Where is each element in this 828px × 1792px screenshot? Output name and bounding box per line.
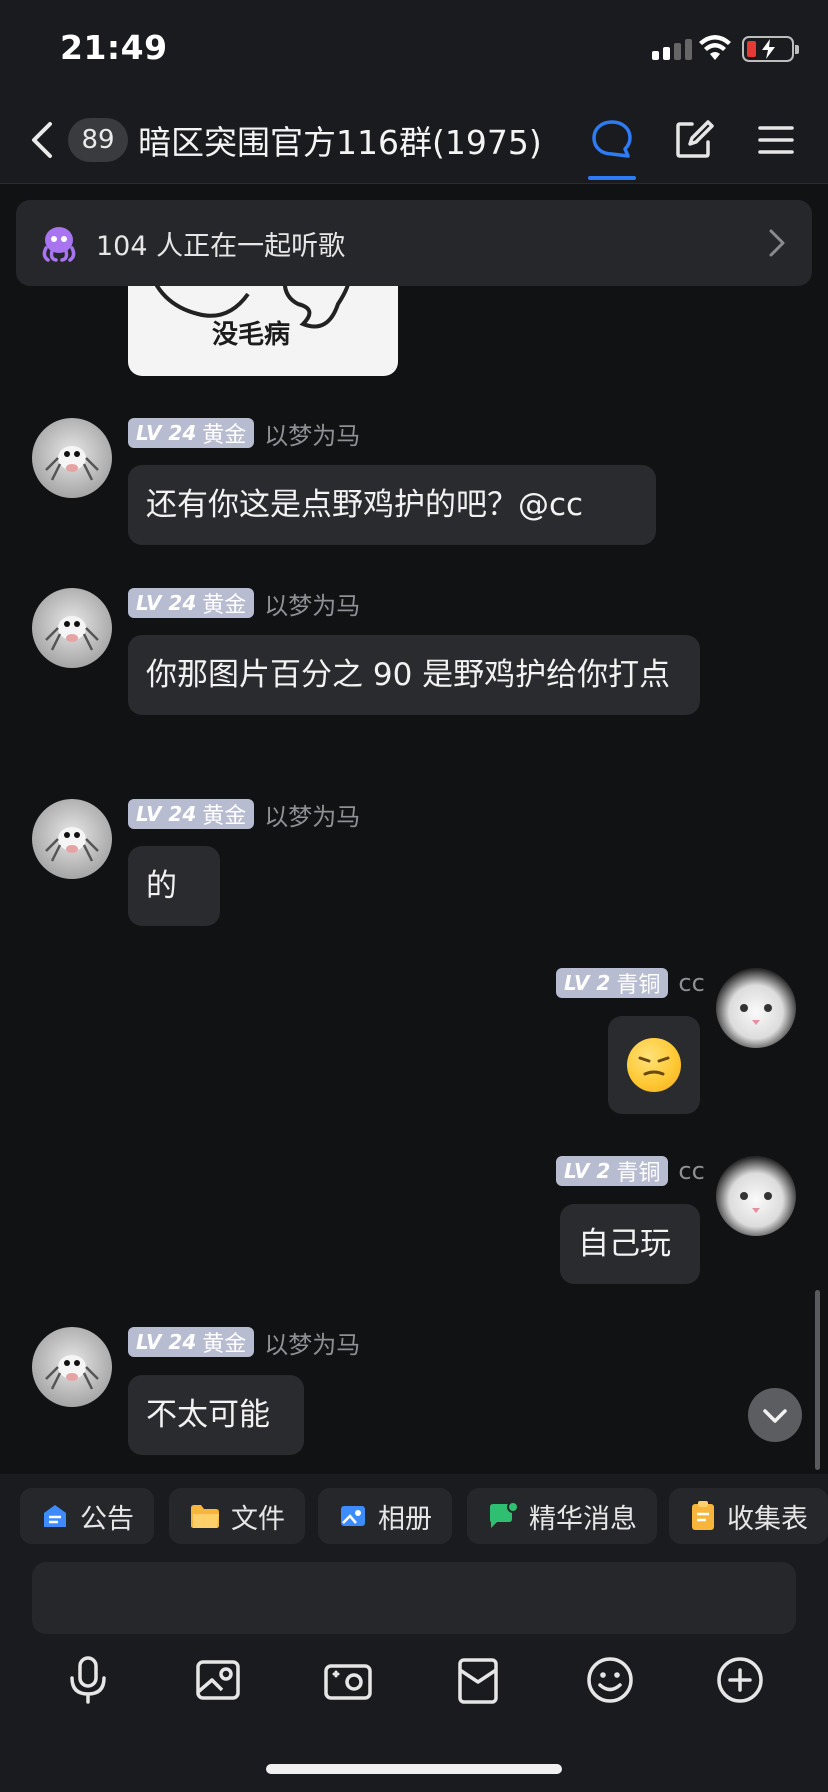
sender-name[interactable]: 以梦为马 — [264, 416, 360, 451]
sender-name[interactable]: cc — [678, 1157, 704, 1185]
message-bubble[interactable]: 还有你这是点野鸡护的吧？@cc — [128, 465, 656, 545]
battery-icon — [742, 36, 799, 62]
wifi-icon — [699, 35, 731, 60]
folder-icon — [191, 1505, 219, 1528]
emoji-icon — [627, 1038, 681, 1092]
collection-form-chip[interactable]: 收集表 — [669, 1488, 828, 1544]
cellular-signal-icon — [652, 38, 692, 60]
announcement-icon — [44, 1505, 66, 1527]
emoji-icon[interactable] — [582, 1652, 638, 1708]
message-bubble[interactable]: 自己玩 — [560, 1204, 700, 1284]
level-badge: LV 24 黄金 — [128, 1327, 255, 1357]
message-input[interactable] — [32, 1562, 796, 1634]
back-arrow-icon[interactable] — [22, 116, 66, 164]
edit-icon[interactable] — [670, 116, 718, 164]
quick-actions-bar: 公告 文件 相册 精华消息 收集表 — [0, 1474, 828, 1560]
avatar[interactable] — [32, 799, 112, 879]
avatar[interactable] — [32, 588, 112, 668]
sender-name[interactable]: 以梦为马 — [264, 586, 360, 621]
listen-together-banner[interactable]: 104 人正在一起听歌 — [16, 200, 812, 286]
unread-count-badge[interactable]: 89 — [68, 118, 128, 162]
avatar[interactable] — [716, 968, 796, 1048]
listen-together-text: 104 人正在一起听歌 — [96, 231, 346, 262]
level-badge: LV 2 青铜 — [556, 968, 669, 998]
level-badge: LV 24 黄金 — [128, 418, 255, 448]
microphone-icon[interactable] — [60, 1652, 116, 1708]
clipboard-icon — [692, 1501, 714, 1530]
sticker-caption: 没毛病 — [212, 320, 291, 350]
avatar[interactable] — [32, 1327, 112, 1407]
group-title[interactable]: 暗区突围官方116群(1975) — [138, 116, 542, 164]
plus-icon[interactable] — [712, 1652, 768, 1708]
scrollbar[interactable] — [815, 1290, 820, 1470]
image-icon[interactable] — [190, 1652, 246, 1708]
menu-icon[interactable] — [752, 116, 800, 164]
status-time: 21:49 — [60, 28, 168, 67]
sender-info: LV 2 青铜 cc — [556, 1156, 705, 1186]
photo-album-icon — [341, 1506, 365, 1526]
sender-name[interactable]: cc — [678, 969, 704, 997]
sender-info: LV 24 黄金 以梦为马 — [128, 586, 360, 621]
album-chip[interactable]: 相册 — [318, 1488, 452, 1544]
files-chip[interactable]: 文件 — [169, 1488, 305, 1544]
essence-messages-chip[interactable]: 精华消息 — [467, 1488, 657, 1544]
announcement-chip[interactable]: 公告 — [20, 1488, 154, 1544]
sender-info: LV 24 黄金 以梦为马 — [128, 797, 360, 832]
message-bubble[interactable]: 你那图片百分之 90 是野鸡护给你打点 — [128, 635, 700, 715]
level-badge: LV 2 青铜 — [556, 1156, 669, 1186]
sender-info: LV 24 黄金 以梦为马 — [128, 1325, 360, 1360]
level-badge: LV 24 黄金 — [128, 588, 255, 618]
chat-bubble-icon[interactable] — [588, 116, 636, 164]
level-badge: LV 24 黄金 — [128, 799, 255, 829]
chevron-right-icon — [769, 229, 785, 257]
chevron-down-icon — [763, 1409, 787, 1423]
avatar[interactable] — [32, 418, 112, 498]
active-tab-indicator — [588, 176, 636, 180]
home-indicator[interactable] — [266, 1764, 562, 1774]
chat-header: 89 暗区突围官方116群(1975) — [0, 96, 828, 184]
sender-info: LV 2 青铜 cc — [556, 968, 705, 998]
camera-icon[interactable] — [320, 1652, 376, 1708]
message-bubble[interactable]: 的 — [128, 846, 220, 926]
avatar[interactable] — [716, 1156, 796, 1236]
scroll-to-bottom-button[interactable] — [748, 1388, 802, 1442]
sender-info: LV 24 黄金 以梦为马 — [128, 416, 360, 451]
emoji-message-bubble[interactable] — [608, 1016, 700, 1114]
chat-messages[interactable]: 没毛病 LV 24 黄金 以梦为马 还有你这是点野鸡护的吧？@cc LV 24 黄金… — [0, 184, 828, 1474]
sender-name[interactable]: 以梦为马 — [264, 797, 360, 832]
status-bar: 21:49 — [0, 0, 828, 96]
music-octopus-icon — [42, 227, 76, 262]
sender-name[interactable]: 以梦为马 — [264, 1325, 360, 1360]
red-packet-icon[interactable] — [450, 1652, 506, 1708]
essence-message-icon — [490, 1501, 519, 1528]
message-bubble[interactable]: 不太可能 — [128, 1375, 304, 1455]
